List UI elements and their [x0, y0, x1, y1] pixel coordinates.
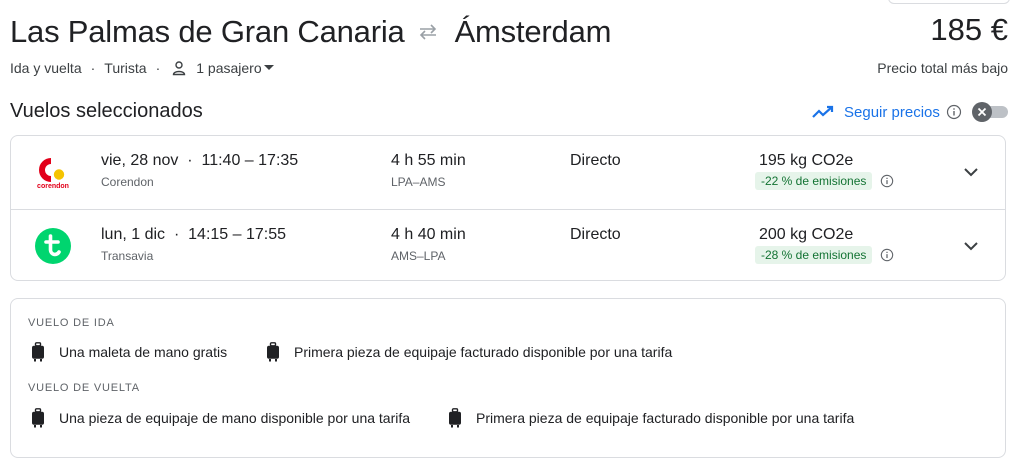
baggage-item: Una maleta de mano gratis: [31, 342, 227, 362]
person-icon: [173, 61, 186, 76]
corendon-logo-icon: corendon: [37, 158, 69, 190]
emissions-info: -28 % de emisiones: [755, 246, 894, 264]
info-icon[interactable]: [880, 248, 894, 262]
flight-duration: 4 h 40 min: [391, 226, 466, 243]
trip-type: Ida y vuelta: [10, 60, 82, 76]
flight-row-outbound[interactable]: corendon vie, 28 nov · 11:40 – 17:35 Cor…: [11, 136, 1005, 209]
flight-route-codes: AMS–LPA: [391, 249, 446, 263]
flight-datetime: vie, 28 nov · 11:40 – 17:35: [101, 152, 299, 169]
airline-name: Transavia: [101, 249, 154, 263]
chevron-down-icon[interactable]: [961, 162, 981, 182]
track-prices-toggle[interactable]: [972, 102, 1008, 122]
co2-emissions: 195 kg CO2e: [759, 152, 854, 169]
flight-times: 11:40 – 17:35: [201, 152, 299, 169]
trip-options: Ida y vuelta · Turista · 1 pasajero: [10, 58, 283, 78]
checked-bag-icon: [267, 342, 279, 362]
selected-flights-heading: Vuelos seleccionados: [10, 100, 203, 122]
separator-dot: ·: [155, 60, 161, 76]
info-icon[interactable]: [946, 104, 962, 120]
track-prices-label: Seguir precios: [844, 103, 940, 121]
separator-dot: ·: [90, 60, 96, 76]
corendon-logo-text: corendon: [37, 183, 69, 190]
flight-row-return[interactable]: lun, 1 dic · 14:15 – 17:55 Transavia 4 h…: [11, 209, 1005, 283]
baggage-item-label: Una pieza de equipaje de mano disponible…: [59, 410, 411, 426]
transavia-logo-icon: [35, 228, 71, 264]
outbound-baggage-title: VUELO DE IDA: [28, 317, 115, 329]
emissions-badge: -22 % de emisiones: [755, 172, 873, 190]
checked-bag-icon: [449, 408, 461, 428]
passengers-selector[interactable]: 1 pasajero: [169, 60, 282, 76]
baggage-item-label: Primera pieza de equipaje facturado disp…: [294, 344, 673, 360]
airline-name: Corendon: [101, 175, 154, 189]
baggage-item-label: Primera pieza de equipaje facturado disp…: [476, 410, 855, 426]
cabin-class: Turista: [104, 60, 147, 76]
baggage-item: Primera pieza de equipaje facturado disp…: [266, 342, 672, 362]
toggle-knob: [972, 102, 992, 122]
price-note: Precio total más bajo: [877, 60, 1008, 76]
destination-city: Ámsterdam: [454, 14, 612, 49]
emissions-info: -22 % de emisiones: [755, 172, 894, 190]
co2-emissions: 200 kg CO2e: [759, 226, 854, 243]
baggage-item-label: Una maleta de mano gratis: [59, 344, 228, 360]
passengers-count: 1 pasajero: [196, 60, 262, 76]
flight-date: lun, 1 dic: [101, 226, 166, 243]
chevron-down-icon[interactable]: [961, 236, 981, 256]
track-prices-link[interactable]: Seguir precios: [812, 100, 962, 124]
trending-icon: [812, 105, 834, 118]
baggage-item: Una pieza de equipaje de mano disponible…: [31, 408, 410, 428]
baggage-item: Primera pieza de equipaje facturado disp…: [448, 408, 854, 428]
flight-stops: Directo: [570, 152, 621, 169]
top-clipped-control: [888, 0, 1010, 4]
flight-datetime: lun, 1 dic · 14:15 – 17:55: [101, 226, 287, 243]
flight-date: vie, 28 nov: [101, 152, 179, 169]
info-icon[interactable]: [880, 174, 894, 188]
emissions-badge: -28 % de emisiones: [755, 246, 873, 264]
total-price: 185 €: [930, 12, 1008, 47]
flight-duration: 4 h 55 min: [391, 152, 466, 169]
carry-on-bag-icon: [32, 342, 44, 362]
selected-flights-card: corendon vie, 28 nov · 11:40 – 17:35 Cor…: [10, 135, 1006, 281]
close-icon: [977, 107, 987, 117]
caret-down-icon: [263, 65, 274, 70]
origin-city: Las Palmas de Gran Canaria: [10, 14, 405, 49]
carry-on-bag-icon: [32, 408, 44, 428]
baggage-info-card: VUELO DE IDA Una maleta de mano gratis P…: [10, 298, 1006, 458]
swap-arrows-icon: [419, 24, 436, 40]
route-title: Las Palmas de Gran Canaria Ámsterdam: [10, 12, 611, 52]
flight-stops: Directo: [570, 226, 621, 243]
flight-route-codes: LPA–AMS: [391, 175, 446, 189]
flight-times: 14:15 – 17:55: [188, 226, 287, 243]
return-baggage-title: VUELO DE VUELTA: [28, 382, 140, 394]
